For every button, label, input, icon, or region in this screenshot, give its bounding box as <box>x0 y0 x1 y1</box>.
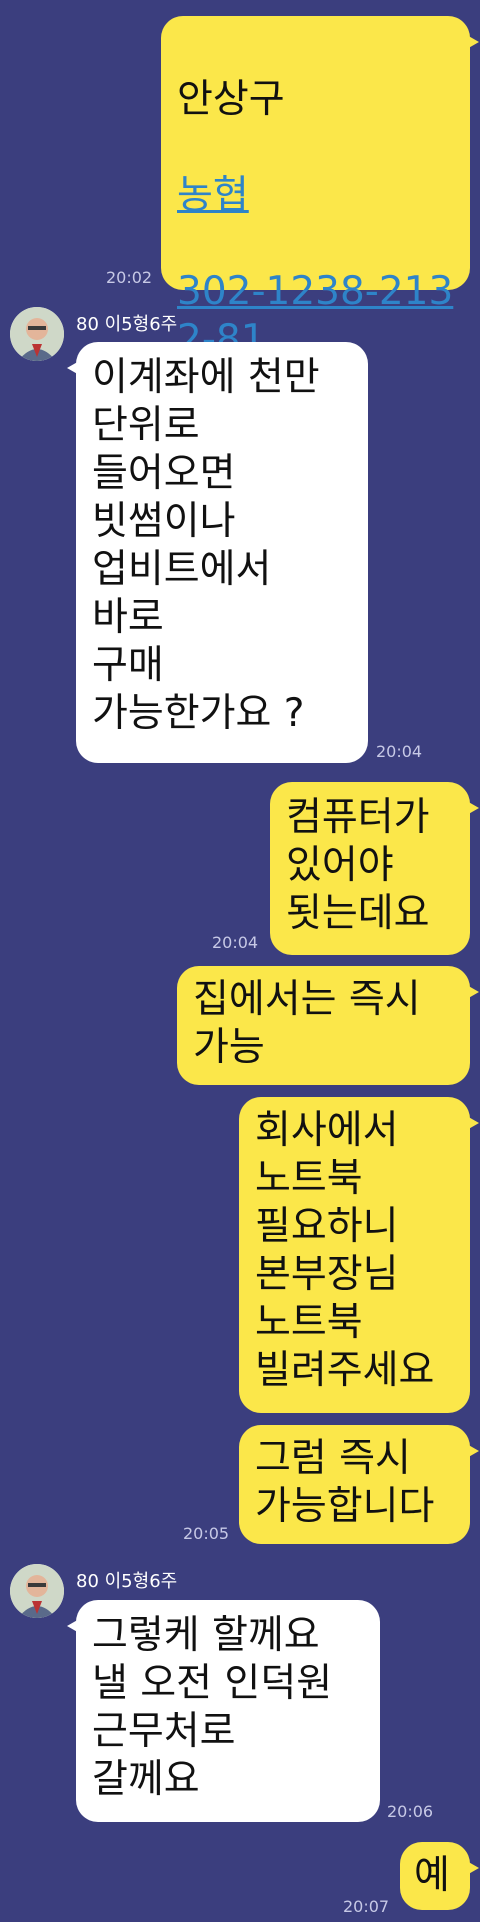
message-time: 20:05 <box>183 1524 230 1543</box>
sender-name: 80 이5형6주 <box>76 1571 178 1592</box>
message-bubble: 예 <box>400 1842 479 1910</box>
sender-name: 80 이5형6주 <box>76 314 178 335</box>
message-bubble-account: 안상구 농협 302-1238-2132-81 <box>161 16 479 362</box>
message-time: 20:02 <box>106 268 153 287</box>
message-time: 20:07 <box>343 1897 390 1916</box>
message-bubble: 집에서는 즉시 가능 <box>177 966 479 1085</box>
message-bubble: 그럼 즉시 가능합니다 <box>239 1425 479 1544</box>
message-time: 20:06 <box>387 1802 434 1821</box>
message-bubble: 그렇케 할께요 낼 오전 인덕원 근무처로 갈께요 <box>67 1600 380 1822</box>
contact-avatar[interactable] <box>10 1564 64 1618</box>
message-bubble: 컴퓨터가 있어야 됫는데요 <box>270 782 479 955</box>
message-time: 20:04 <box>212 933 259 952</box>
account-holder-name: 안상구 <box>177 77 285 122</box>
contact-avatar[interactable] <box>10 307 64 361</box>
message-bubble: 회사에서 노트북 필요하니 본부장님 노트북 빌려주세요 <box>239 1097 479 1413</box>
person-avatar-icon <box>10 1564 64 1618</box>
person-avatar-icon <box>10 307 64 361</box>
message-time: 20:04 <box>376 742 423 761</box>
message-bubble: 이계좌에 천만 단위로 들어오면 빗썸이나 업비트에서 바로 구매 가능한가요 … <box>67 342 368 763</box>
bank-link[interactable]: 농협 <box>177 172 454 220</box>
